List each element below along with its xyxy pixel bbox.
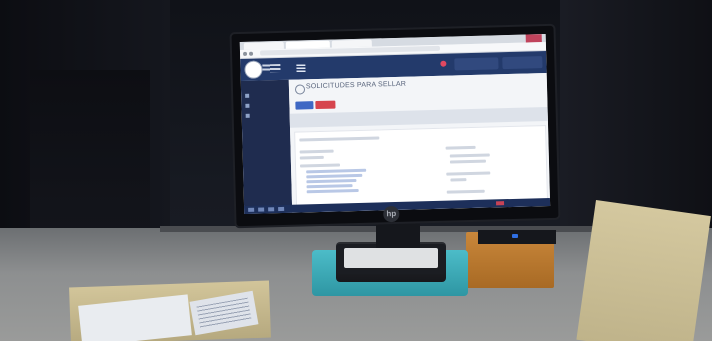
text-line <box>306 179 357 184</box>
monitor: SOLICITUDES PARA SELLAR hp <box>231 25 559 227</box>
monitor-screen: SOLICITUDES PARA SELLAR <box>239 34 551 214</box>
manila-folder-stack <box>576 200 711 341</box>
text-line <box>299 136 380 142</box>
dock-led-icon <box>512 234 518 238</box>
monitor-stand <box>376 218 420 248</box>
taskbar-app-icon[interactable] <box>278 206 285 212</box>
start-icon[interactable] <box>248 207 255 212</box>
text-line <box>306 168 367 174</box>
taskbar-app-icon[interactable] <box>268 207 275 212</box>
text-line <box>306 173 363 179</box>
text-line <box>445 145 476 150</box>
main-content: SOLICITUDES PARA SELLAR <box>288 73 551 213</box>
brand-name-lines <box>262 63 281 73</box>
taskbar-app-icon[interactable] <box>496 201 505 206</box>
danger-button[interactable] <box>315 100 336 110</box>
text-line <box>449 153 490 158</box>
hp-logo-icon: hp <box>383 205 400 223</box>
text-line <box>299 163 341 168</box>
list-icon <box>245 113 250 118</box>
bell-icon[interactable] <box>440 60 447 67</box>
brand-logo <box>244 60 281 79</box>
back-icon[interactable] <box>243 51 248 56</box>
primary-button[interactable] <box>295 101 314 110</box>
version-button[interactable] <box>502 56 543 70</box>
text-line <box>449 159 486 164</box>
paper-on-base <box>344 248 438 268</box>
list-icon <box>245 103 250 108</box>
sidebar <box>240 79 293 214</box>
photo-scene: SOLICITUDES PARA SELLAR hp <box>0 0 712 341</box>
list-icon <box>245 93 250 98</box>
text-line <box>446 189 485 194</box>
hamburger-icon[interactable] <box>296 64 306 73</box>
text-line <box>306 184 353 189</box>
taskbar-app-icon[interactable] <box>258 207 265 212</box>
user-menu-button[interactable] <box>454 57 499 71</box>
text-line <box>306 188 359 194</box>
text-line <box>450 178 467 182</box>
stamp-icon <box>294 84 306 95</box>
seal-icon <box>244 60 263 79</box>
filter-band <box>289 107 548 128</box>
text-line <box>299 149 334 154</box>
text-line <box>299 155 324 160</box>
text-line <box>446 171 491 176</box>
forward-icon[interactable] <box>249 51 254 56</box>
page-title: SOLICITUDES PARA SELLAR <box>305 80 407 91</box>
